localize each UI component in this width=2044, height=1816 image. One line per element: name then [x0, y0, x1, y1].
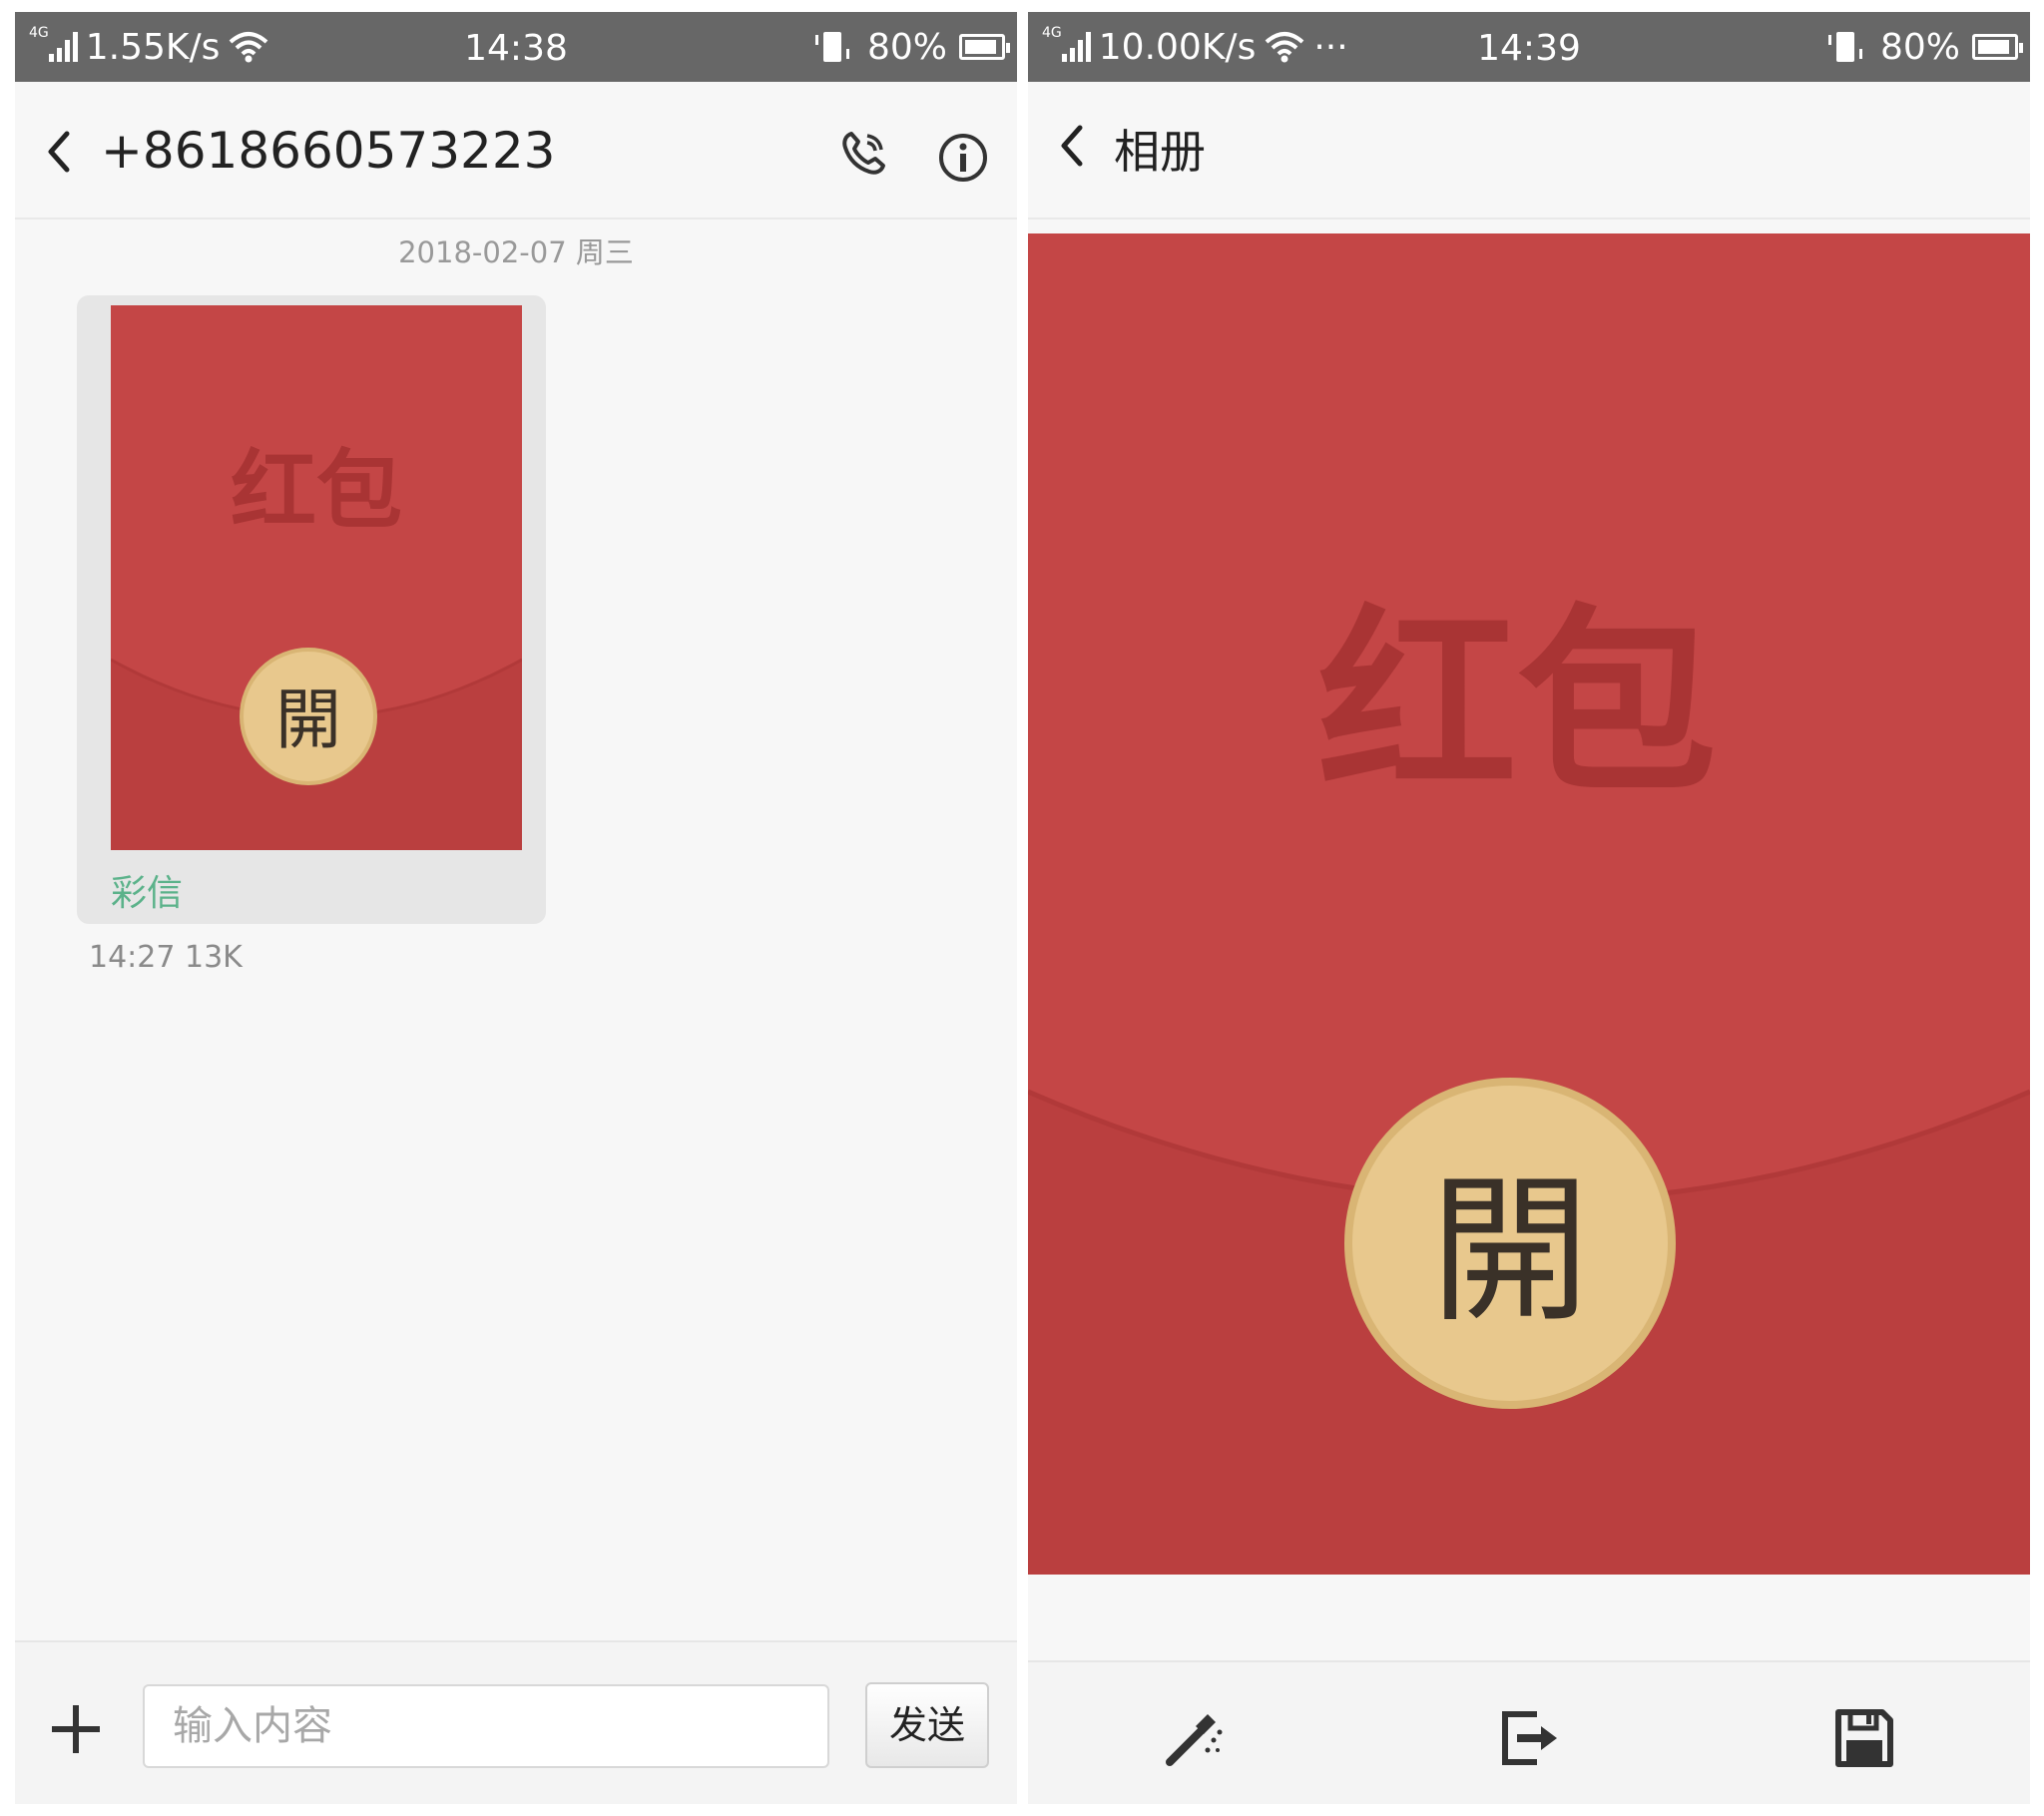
conversation-header: +8618660573223 — [15, 82, 1017, 220]
album-header: 相册 — [1028, 82, 2030, 220]
red-envelope-image[interactable]: 红包 開 — [111, 305, 522, 850]
photo-toolbar — [1028, 1660, 2030, 1804]
contact-number: +8618660573223 — [101, 122, 556, 180]
send-button[interactable]: 发送 — [865, 1682, 989, 1768]
info-icon[interactable] — [937, 132, 989, 184]
compose-bar: 发送 — [15, 1640, 1017, 1804]
vibrate-icon — [1827, 32, 1862, 62]
mms-label: 彩信 — [111, 873, 184, 914]
battery-percent: 80% — [866, 26, 947, 68]
magic-wand-icon[interactable] — [1162, 1706, 1226, 1770]
vibrate-icon — [814, 32, 849, 62]
open-seal-text: 開 — [1430, 1157, 1590, 1344]
battery-icon — [959, 34, 1010, 60]
back-icon[interactable] — [43, 128, 73, 176]
back-icon[interactable] — [1056, 122, 1086, 170]
envelope-title: 红包 — [231, 440, 402, 541]
envelope-title: 红包 — [1317, 586, 1717, 820]
battery-percent: 80% — [1879, 26, 1960, 68]
save-icon[interactable] — [1832, 1706, 1896, 1770]
battery-icon — [1972, 34, 2023, 60]
share-icon[interactable] — [1497, 1706, 1561, 1770]
mms-message-bubble[interactable]: 红包 開 彩信 — [77, 295, 546, 924]
message-screen: 4G 1.55K/s 14:38 80% +8618660573223 2018… — [15, 12, 1017, 1804]
date-separator: 2018-02-07 周三 — [398, 235, 634, 269]
status-bar: 4G 1.55K/s 14:38 80% — [15, 12, 1017, 82]
red-envelope-photo[interactable]: 红包 開 — [1028, 233, 2030, 1575]
album-screen: 4G 10.00K/s ··· 14:39 80% 相册 红包 開 — [1028, 12, 2030, 1804]
status-bar: 4G 10.00K/s ··· 14:39 80% — [1028, 12, 2030, 82]
album-title: 相册 — [1114, 125, 1206, 179]
plus-icon[interactable] — [49, 1702, 103, 1756]
message-input[interactable] — [143, 1684, 829, 1768]
message-time-size: 14:27 13K — [89, 940, 243, 975]
phone-icon[interactable] — [837, 128, 889, 180]
open-seal-text: 開 — [275, 681, 341, 758]
